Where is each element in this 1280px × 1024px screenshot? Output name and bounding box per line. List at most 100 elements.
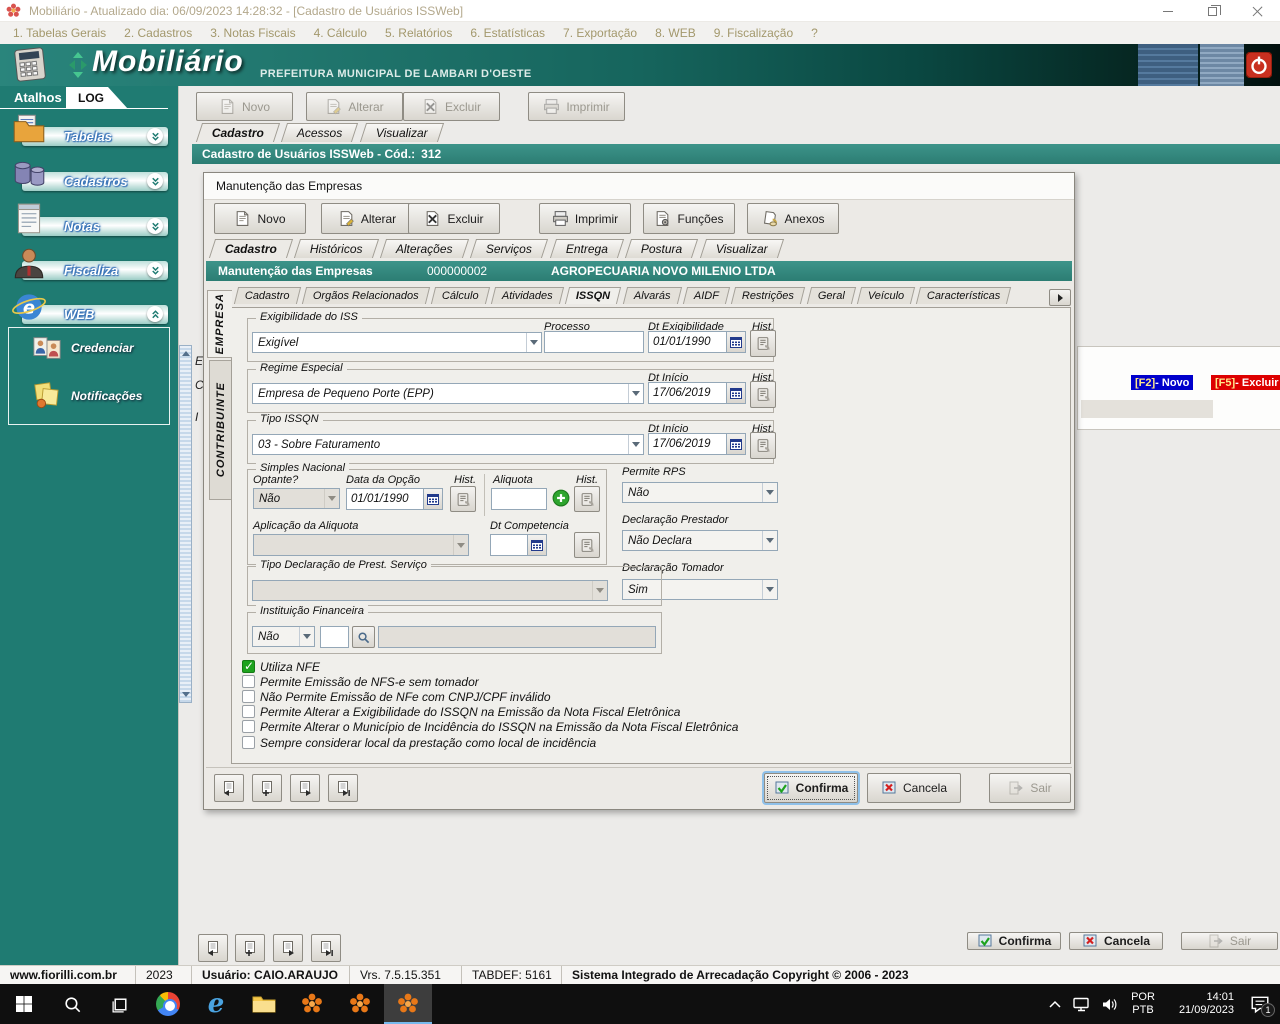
dialog-novo-button[interactable]: Novo xyxy=(214,203,306,234)
tab-acessos[interactable]: Acessos xyxy=(281,123,359,142)
subtab-restricoes[interactable]: Restrições xyxy=(731,287,806,304)
dialog-sair-button[interactable]: Sair xyxy=(989,773,1071,803)
menu-tabelas-gerais[interactable]: 1. Tabelas Gerais xyxy=(4,26,115,40)
menu-exportacao[interactable]: 7. Exportação xyxy=(554,26,646,40)
excluir-button[interactable]: Excluir xyxy=(403,92,500,121)
nfse-sem-tomador-checkbox[interactable] xyxy=(242,675,255,688)
sidebar-item-notificacoes[interactable]: Notificações xyxy=(71,389,142,403)
tab-scroll-right-button[interactable] xyxy=(1049,289,1071,306)
menu-fiscalizacao[interactable]: 9. Fiscalização xyxy=(705,26,802,40)
dialog-anexos-button[interactable]: Anexos xyxy=(747,203,839,234)
tab-visualizar[interactable]: Visualizar xyxy=(359,123,444,142)
file-explorer-icon[interactable] xyxy=(240,984,288,1024)
dialog-confirma-button[interactable]: Confirma xyxy=(764,773,858,803)
subtab-atividades[interactable]: Atividades xyxy=(491,287,565,304)
record-insert-button[interactable] xyxy=(235,934,265,962)
subtab-cadastro[interactable]: Cadastro xyxy=(233,287,301,304)
hist-button[interactable] xyxy=(574,486,600,512)
subtab-geral[interactable]: Geral xyxy=(806,287,856,304)
dialog-excluir-button[interactable]: Excluir xyxy=(408,203,500,234)
close-button[interactable] xyxy=(1235,0,1280,22)
exigibilidade-select[interactable]: Exigível xyxy=(252,332,542,353)
menu-estatisticas[interactable]: 6. Estatísticas xyxy=(461,26,554,40)
permite-rps-select[interactable]: Não xyxy=(622,482,778,503)
subtab-caracteristicas[interactable]: Características xyxy=(916,287,1012,304)
declaracao-prestador-select[interactable]: Não Declara xyxy=(622,530,778,551)
taskbar-search-button[interactable] xyxy=(48,984,96,1024)
calendar-icon[interactable] xyxy=(726,434,745,454)
alterar-button[interactable]: Alterar xyxy=(306,92,403,121)
power-button[interactable] xyxy=(1246,52,1272,78)
dialog-tab-historicos[interactable]: Históricos xyxy=(294,239,380,258)
dialog-tab-alteracoes[interactable]: Alterações xyxy=(380,239,470,258)
record-first-button[interactable] xyxy=(198,934,228,962)
clock[interactable]: 14:01 21/09/2023 xyxy=(1162,984,1238,1024)
fiorilli-app-icon[interactable] xyxy=(336,984,384,1024)
fiorilli-app-icon-active[interactable] xyxy=(384,984,432,1024)
instituicao-code-input[interactable] xyxy=(320,626,349,648)
hist-button[interactable] xyxy=(750,330,776,357)
imprimir-button[interactable]: Imprimir xyxy=(528,92,625,121)
vertical-scrollbar[interactable] xyxy=(179,345,192,703)
record-next-button[interactable] xyxy=(290,774,320,802)
dialog-funcoes-button[interactable]: Funções xyxy=(643,203,735,234)
dialog-tab-visualizar[interactable]: Visualizar xyxy=(699,239,784,258)
subtab-veiculo[interactable]: Veículo xyxy=(856,287,916,304)
add-aliquota-button[interactable] xyxy=(551,488,571,508)
menu-relatorios[interactable]: 5. Relatórios xyxy=(376,26,461,40)
dialog-cancela-button[interactable]: Cancela xyxy=(867,773,961,803)
subtab-issqn[interactable]: ISSQN xyxy=(565,287,622,304)
language-indicator[interactable]: POR PTB xyxy=(1124,984,1162,1024)
dialog-tab-cadastro[interactable]: Cadastro xyxy=(208,239,294,258)
tab-cadastro[interactable]: Cadastro xyxy=(195,123,281,142)
sidebar-item-credenciar[interactable]: Credenciar xyxy=(71,341,134,355)
subtab-calculo[interactable]: Cálculo xyxy=(431,287,490,304)
calendar-icon[interactable] xyxy=(726,383,745,403)
network-icon[interactable] xyxy=(1068,984,1096,1024)
hist-button[interactable] xyxy=(750,432,776,459)
search-button[interactable] xyxy=(352,626,375,648)
optante-select[interactable]: Não xyxy=(253,488,340,509)
record-first-button[interactable] xyxy=(214,774,244,802)
subtab-orgaos-relacionados[interactable]: Orgãos Relacionados xyxy=(301,287,430,304)
dialog-imprimir-button[interactable]: Imprimir xyxy=(539,203,631,234)
dialog-tab-postura[interactable]: Postura xyxy=(625,239,699,258)
chrome-icon[interactable] xyxy=(144,984,192,1024)
record-last-button[interactable] xyxy=(328,774,358,802)
side-tab-contribuinte[interactable]: CONTRIBUINTE xyxy=(209,360,232,500)
utiliza-nfe-checkbox[interactable] xyxy=(242,659,255,673)
menu-notas-fiscais[interactable]: 3. Notas Fiscais xyxy=(201,26,304,40)
menu-web[interactable]: 8. WEB xyxy=(646,26,705,40)
local-prestacao-checkbox[interactable] xyxy=(242,736,255,749)
dialog-alterar-button[interactable]: Alterar xyxy=(321,203,413,234)
tray-chevron-icon[interactable] xyxy=(1042,984,1068,1024)
processo-input[interactable] xyxy=(544,331,644,353)
record-last-button[interactable] xyxy=(311,934,341,962)
dt-exigibilidade-field[interactable]: 01/01/1990 xyxy=(648,331,746,353)
instituicao-select[interactable]: Não xyxy=(252,626,315,647)
aplicacao-aliquota-select[interactable] xyxy=(253,534,469,556)
regime-especial-select[interactable]: Empresa de Pequeno Porte (EPP) xyxy=(252,383,644,404)
nfe-cnpj-invalido-checkbox[interactable] xyxy=(242,690,255,703)
subtab-alvaras[interactable]: Alvarás xyxy=(622,287,682,304)
alterar-exigibilidade-checkbox[interactable] xyxy=(242,705,255,718)
internet-explorer-icon[interactable]: e xyxy=(192,984,240,1024)
hist-button[interactable] xyxy=(450,486,476,512)
confirma-button[interactable]: Confirma xyxy=(967,932,1061,950)
side-tab-empresa[interactable]: EMPRESA xyxy=(207,290,232,358)
subtab-aidf[interactable]: AIDF xyxy=(682,287,731,304)
sidebar-tab-log[interactable]: LOG xyxy=(66,87,128,109)
alterar-municipio-checkbox[interactable] xyxy=(242,720,255,733)
record-insert-button[interactable] xyxy=(252,774,282,802)
task-view-button[interactable] xyxy=(96,984,144,1024)
chevron-double-up-icon[interactable] xyxy=(147,306,163,322)
cancela-button[interactable]: Cancela xyxy=(1069,932,1163,950)
aliquota-input[interactable] xyxy=(491,488,547,510)
chevron-double-down-icon[interactable] xyxy=(147,262,163,278)
menu-help[interactable]: ? xyxy=(802,26,827,40)
calendar-icon[interactable] xyxy=(527,535,546,555)
start-button[interactable] xyxy=(0,984,48,1024)
dt-competencia-field[interactable] xyxy=(490,534,547,556)
menu-calculo[interactable]: 4. Cálculo xyxy=(305,26,376,40)
minimize-button[interactable] xyxy=(1145,0,1190,22)
